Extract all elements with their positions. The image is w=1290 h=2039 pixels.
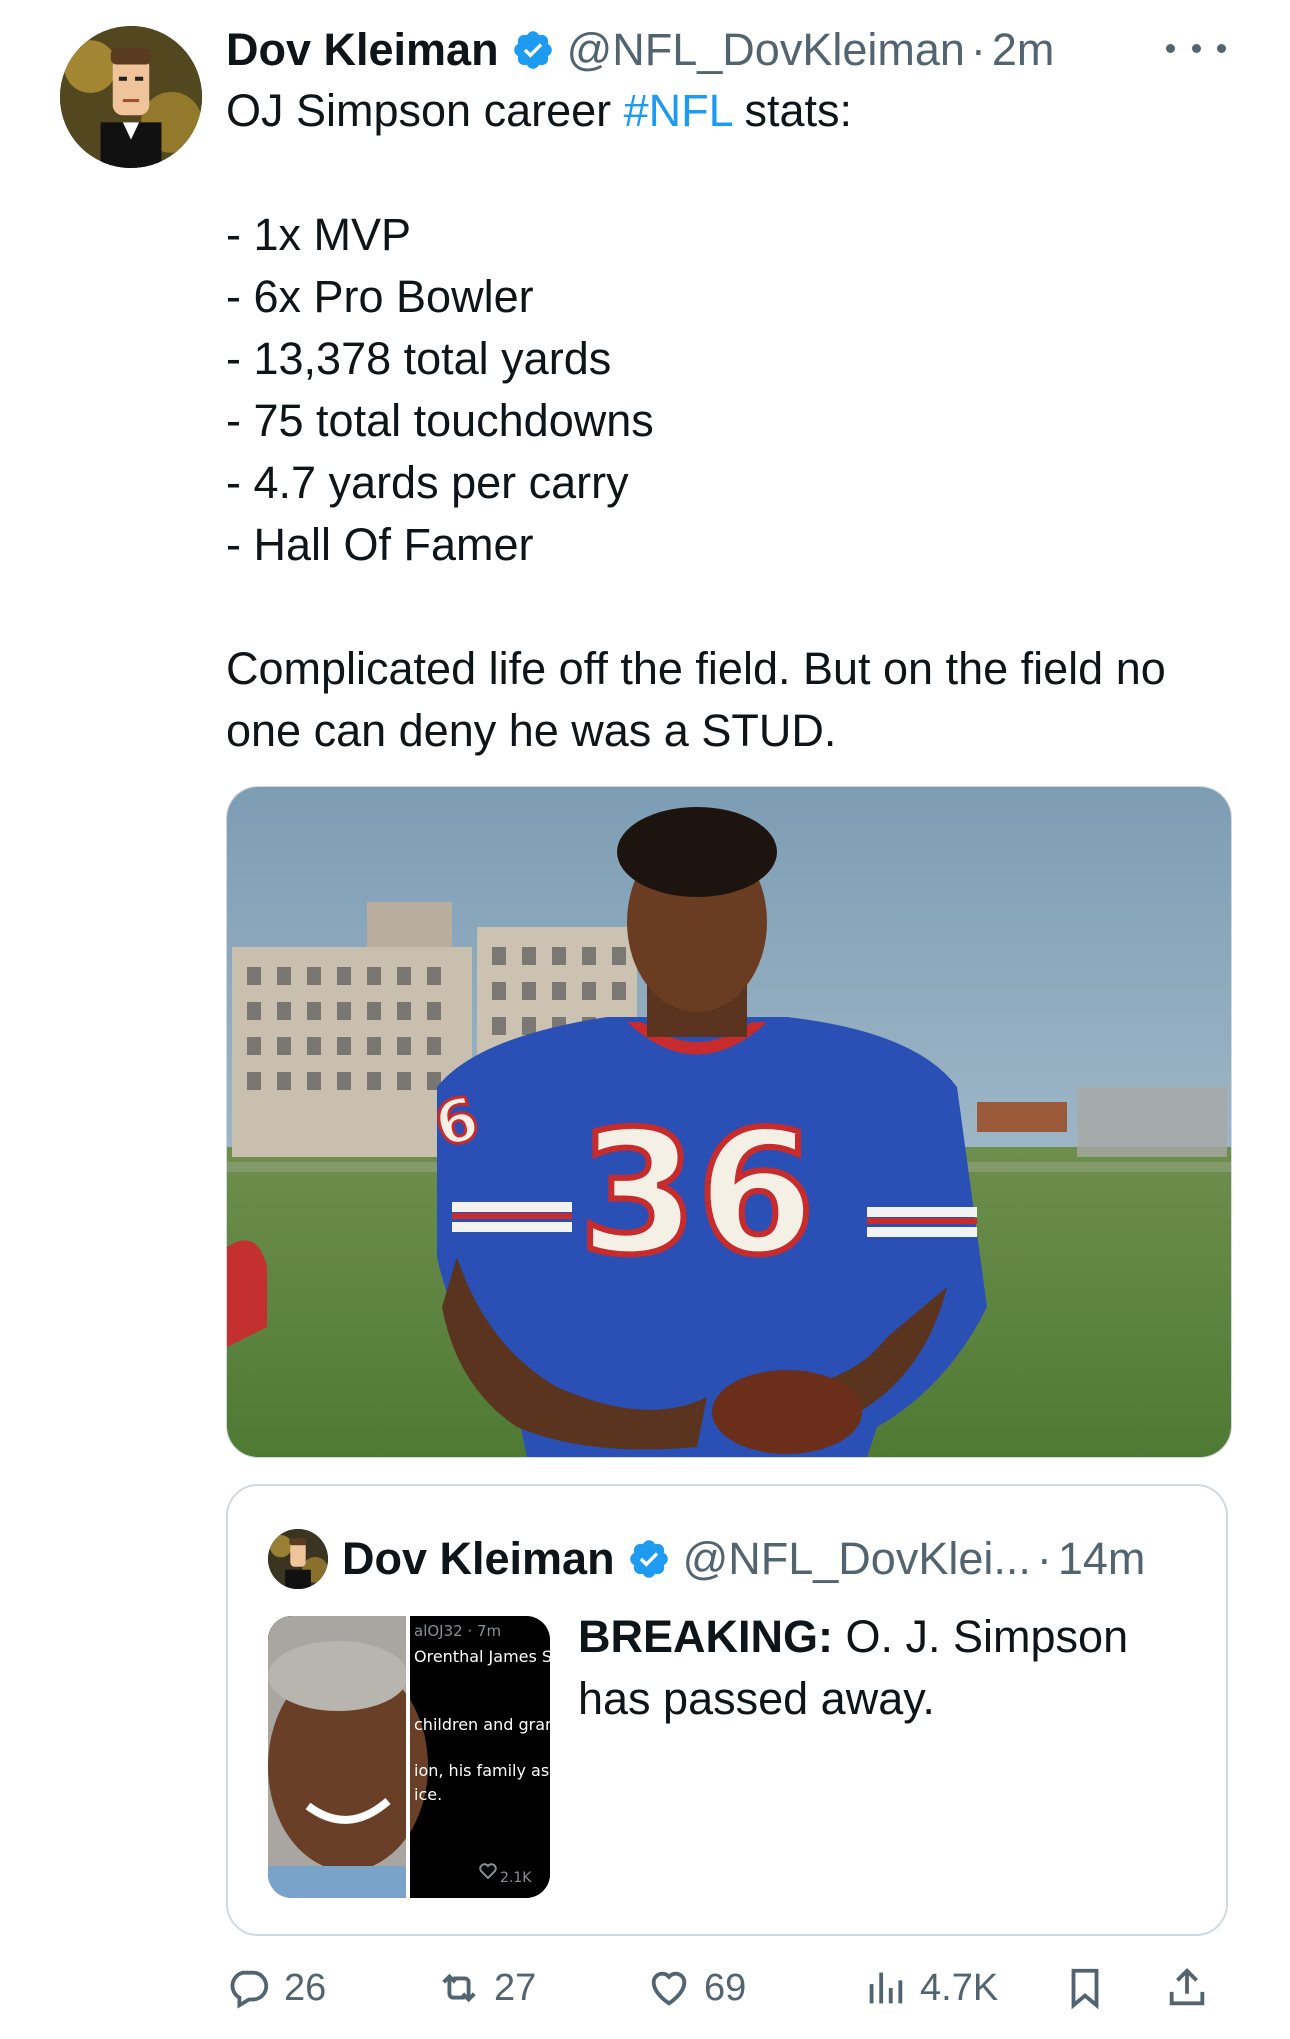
- intro-suffix: stats:: [732, 85, 853, 136]
- verified-badge-icon: [629, 1540, 668, 1578]
- reply-count: 26: [284, 1966, 327, 2009]
- stat-line: - 1x MVP: [226, 209, 412, 260]
- stat-line: - 13,378 total yards: [226, 333, 612, 384]
- thumb-likes: 2.1K: [500, 1870, 532, 1886]
- stat-line: - 75 total touchdowns: [226, 395, 654, 446]
- reply-icon: [230, 1970, 269, 2009]
- like-count: 69: [704, 1966, 747, 2009]
- separator-dot: ·: [1036, 1533, 1052, 1584]
- separator-dot: ·: [970, 24, 986, 75]
- quoted-author-avatar: [268, 1529, 328, 1589]
- tweet-header: Dov Kleiman @NFL_DovKleiman · 2m: [226, 18, 1226, 82]
- quoted-author-handle: @NFL_DovKlei...: [682, 1533, 1031, 1584]
- repost-icon: [442, 1973, 476, 2003]
- author-name[interactable]: Dov Kleiman: [226, 24, 499, 76]
- share-button[interactable]: [1164, 1954, 1222, 2022]
- views-count: 4.7K: [920, 1966, 999, 2009]
- thumb-line2: Orenthal James Si: [414, 1647, 550, 1666]
- bookmark-icon: [1071, 1968, 1099, 2010]
- thumb-line3: children and gran: [414, 1715, 550, 1734]
- tweet-intro-line: OJ Simpson career #NFL stats:: [226, 80, 1226, 142]
- verified-badge-icon: [513, 31, 552, 69]
- bookmark-button[interactable]: [1062, 1954, 1120, 2022]
- thumb-line1: alOJ32 · 7m: [414, 1622, 501, 1640]
- quoted-tweet-thumbnail: alOJ32 · 7m Orenthal James Si children a…: [268, 1616, 550, 1898]
- jersey-number: 36: [579, 1095, 816, 1293]
- tweet-text: OJ Simpson career #NFL stats: - 1x MVP -…: [226, 80, 1226, 762]
- timestamp[interactable]: 2m: [992, 24, 1055, 76]
- tweet-media-photo[interactable]: 36 6: [226, 786, 1232, 1458]
- thumbnail-image: alOJ32 · 7m Orenthal James Si children a…: [268, 1616, 550, 1898]
- football-player-photo: 36 6: [227, 787, 1231, 1457]
- stat-line: - 6x Pro Bowler: [226, 271, 534, 322]
- stat-line: - 4.7 yards per carry: [226, 457, 629, 508]
- quoted-author-name: Dov Kleiman: [342, 1533, 615, 1584]
- tweet-action-bar: 26 27 69 4.7K: [226, 1954, 1236, 2022]
- quoted-timestamp: 14m: [1057, 1533, 1146, 1584]
- views-button[interactable]: 4.7K: [862, 1954, 998, 2022]
- thumb-line4: ion, his family ask: [414, 1761, 550, 1780]
- breaking-label: BREAKING:: [578, 1611, 833, 1662]
- author-avatar[interactable]: [60, 26, 202, 168]
- like-button[interactable]: 69: [646, 1954, 746, 2022]
- heart-icon: [651, 1971, 687, 2006]
- quoted-tweet-header: Dov Kleiman @NFL_DovKlei... · 14m: [268, 1526, 1208, 1592]
- repost-button[interactable]: 27: [436, 1954, 536, 2022]
- hashtag-link[interactable]: #NFL: [624, 85, 732, 136]
- author-handle[interactable]: @NFL_DovKleiman: [567, 24, 965, 76]
- cartoon-avatar-icon: [60, 26, 202, 168]
- more-options-icon[interactable]: [1166, 28, 1226, 68]
- closing-text: Complicated life off the field. But on t…: [226, 643, 1166, 756]
- intro-prefix: OJ Simpson career: [226, 85, 624, 136]
- repost-count: 27: [494, 1966, 537, 2009]
- analytics-icon: [869, 1972, 903, 2004]
- stat-line: - Hall Of Famer: [226, 519, 534, 570]
- share-icon: [1169, 1968, 1205, 2006]
- quoted-tweet[interactable]: Dov Kleiman @NFL_DovKlei... · 14m alOJ32…: [226, 1484, 1228, 1936]
- reply-button[interactable]: 26: [226, 1954, 326, 2022]
- thumb-line5: ice.: [414, 1785, 442, 1804]
- quoted-tweet-text: BREAKING: O. J. Simpson has passed away.: [578, 1606, 1198, 1730]
- cartoon-avatar-icon: [268, 1529, 328, 1589]
